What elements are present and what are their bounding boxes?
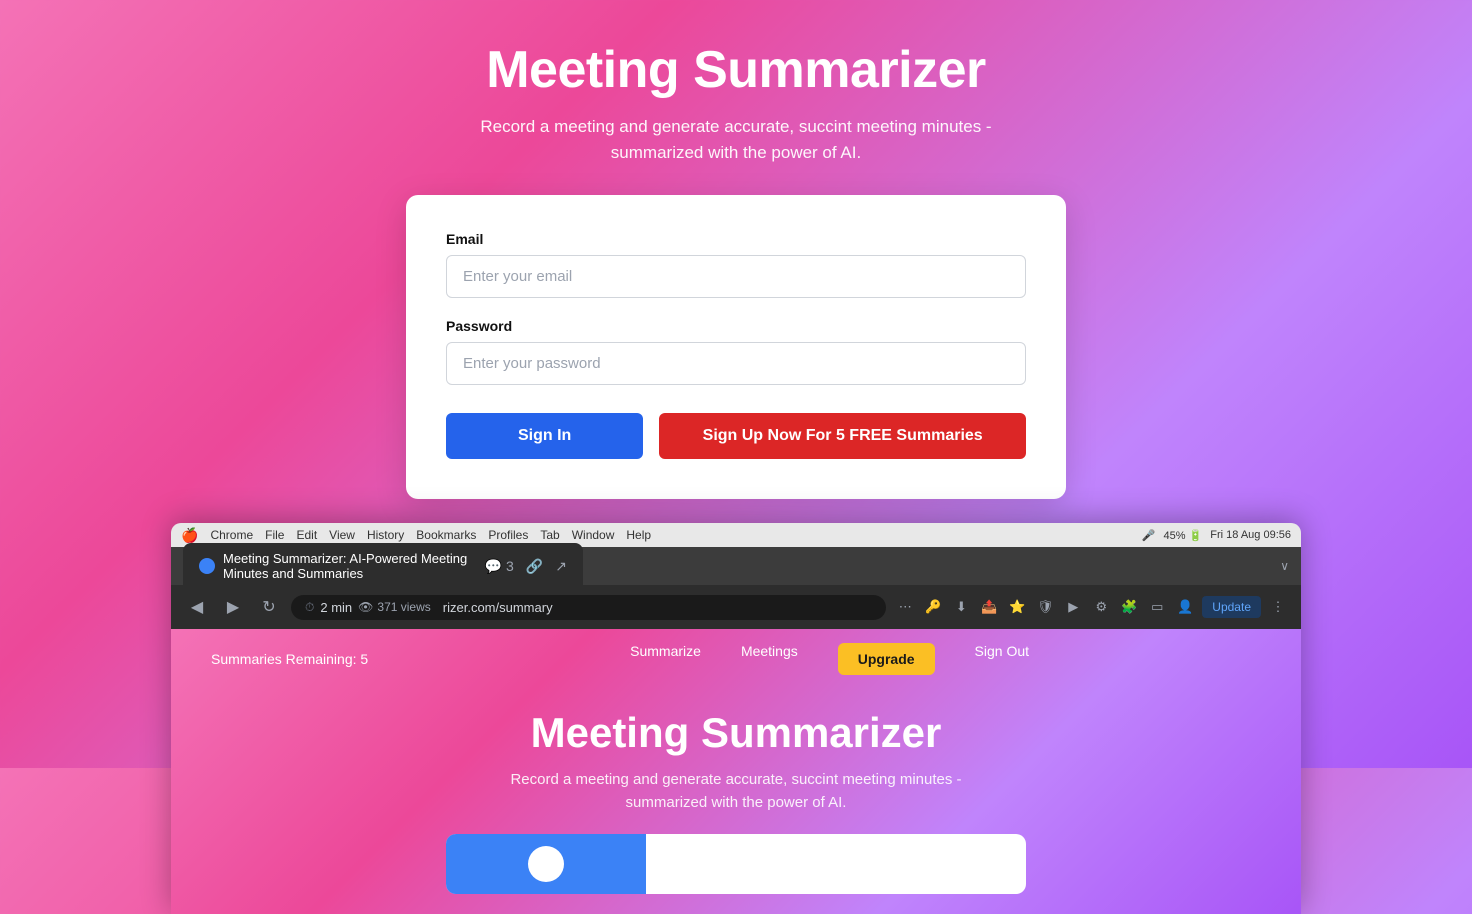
button-row: Sign In Sign Up Now For 5 FREE Summaries — [446, 413, 1026, 459]
menu-profiles[interactable]: Profiles — [488, 528, 528, 542]
address-bar-row: ◀ ▶ ↻ ⏱ 2 min 👁 371 views rizer.com/summ… — [171, 585, 1301, 629]
tab-title: Meeting Summarizer: AI-Powered Meeting M… — [223, 551, 477, 581]
share-icon: 📤 — [978, 596, 1000, 618]
key-icon: 🔑 — [922, 596, 944, 618]
menu-bookmarks[interactable]: Bookmarks — [416, 528, 476, 542]
puzzle-icon: 🧩 — [1118, 596, 1140, 618]
menu-edit[interactable]: Edit — [296, 528, 317, 542]
tab-favicon — [199, 558, 215, 574]
page-title: Meeting Summarizer — [20, 40, 1452, 100]
toolbar-actions: ⋯ 🔑 ⬇ 📤 ⭐ 🛡 ▶ ⚙ 🧩 ▭ 👤 Update ⋮ — [894, 596, 1289, 618]
extensions-icon: ⋯ — [894, 596, 916, 618]
menu-file[interactable]: File — [265, 528, 284, 542]
battery-status: 45% 🔋 — [1163, 529, 1202, 542]
email-label: Email — [446, 231, 1026, 247]
forward-button[interactable]: ▶ — [219, 593, 247, 621]
menu-right: 🎤 45% 🔋 Fri 18 Aug 09:56 — [1142, 529, 1291, 542]
inner-content: Meeting Summarizer Record a meeting and … — [171, 689, 1301, 914]
browser-window: 🍎 Chrome File Edit View History Bookmark… — [171, 523, 1301, 914]
hero-section: Meeting Summarizer Record a meeting and … — [0, 0, 1472, 195]
mic-status: 🎤 — [1142, 529, 1156, 542]
menu-view[interactable]: View — [329, 528, 355, 542]
chrome-menu-icon: ⋮ — [1267, 596, 1289, 618]
adblock-icon: 🛡 — [1034, 596, 1056, 618]
active-tab[interactable]: Meeting Summarizer: AI-Powered Meeting M… — [183, 543, 583, 589]
address-bar[interactable]: ⏱ 2 min 👁 371 views rizer.com/summary — [291, 595, 886, 620]
summarize-link[interactable]: Summarize — [630, 643, 701, 675]
download-icon: ⬇ — [950, 596, 972, 618]
page-subtitle: Record a meeting and generate accurate, … — [426, 114, 1046, 165]
copy-link-button[interactable]: 🔗 — [526, 558, 543, 575]
menu-help[interactable]: Help — [626, 528, 651, 542]
inner-card-blue — [446, 834, 646, 894]
password-label: Password — [446, 318, 1026, 334]
inner-subtitle: Record a meeting and generate accurate, … — [211, 769, 1261, 814]
password-input[interactable] — [446, 342, 1026, 385]
meetings-link[interactable]: Meetings — [741, 643, 798, 675]
summaries-remaining: Summaries Remaining: 5 — [211, 651, 368, 667]
mic-icon — [528, 846, 564, 882]
sidebar-icon: ▭ — [1146, 596, 1168, 618]
email-input[interactable] — [446, 255, 1026, 298]
tab-chevron: ∨ — [1280, 559, 1289, 573]
tab-bar: Meeting Summarizer: AI-Powered Meeting M… — [171, 547, 1301, 585]
inner-title: Meeting Summarizer — [211, 709, 1261, 757]
refresh-button[interactable]: ↻ — [255, 593, 283, 621]
menu-tab[interactable]: Tab — [540, 528, 559, 542]
read-time: 2 min — [320, 600, 352, 615]
bookmark-star-icon: ⭐ — [1006, 596, 1028, 618]
inner-nav-links: Summarize Meetings Upgrade Sign Out — [630, 643, 1029, 675]
settings-icon: ⚙ — [1090, 596, 1112, 618]
clock-icon: ⏱ — [305, 600, 314, 615]
signup-button[interactable]: Sign Up Now For 5 FREE Summaries — [659, 413, 1026, 459]
update-button[interactable]: Update — [1202, 596, 1261, 618]
address-url: rizer.com/summary — [443, 600, 553, 615]
view-count: 👁 371 views — [358, 600, 431, 614]
menu-history[interactable]: History — [367, 528, 404, 542]
comments-button[interactable]: 💬 3 — [485, 558, 514, 575]
menu-window[interactable]: Window — [572, 528, 615, 542]
inner-nav: Summaries Remaining: 5 Summarize Meeting… — [171, 629, 1301, 689]
email-group: Email — [446, 231, 1026, 298]
signin-button[interactable]: Sign In — [446, 413, 643, 459]
tab-actions: 💬 3 🔗 ↗ — [485, 558, 567, 575]
avatar-icon: 👤 — [1174, 596, 1196, 618]
upgrade-button[interactable]: Upgrade — [838, 643, 935, 675]
menu-chrome[interactable]: Chrome — [210, 528, 253, 542]
signout-link[interactable]: Sign Out — [975, 643, 1029, 675]
back-button[interactable]: ◀ — [183, 593, 211, 621]
login-card: Email Password Sign In Sign Up Now For 5… — [406, 195, 1066, 499]
open-external-button[interactable]: ↗ — [555, 558, 567, 575]
apple-icon: 🍎 — [181, 527, 198, 544]
inner-card-preview — [446, 834, 1026, 894]
youtube-icon: ▶ — [1062, 596, 1084, 618]
password-group: Password — [446, 318, 1026, 385]
datetime: Fri 18 Aug 09:56 — [1210, 529, 1291, 541]
inner-page: Summaries Remaining: 5 Summarize Meeting… — [171, 629, 1301, 914]
